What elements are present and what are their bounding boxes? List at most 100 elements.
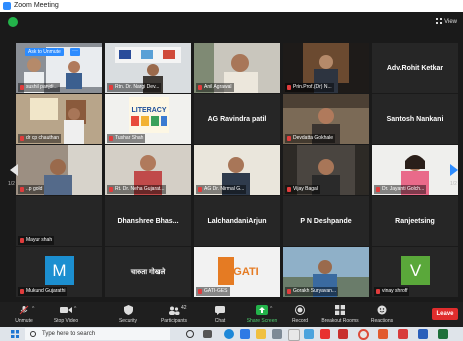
breakout-rooms-button[interactable]: Breakout Rooms: [318, 303, 362, 326]
video-tile[interactable]: Rtn. Dr. Nargi Dev...: [105, 43, 191, 93]
participant-name: Mukund Gujarathi: [26, 288, 66, 294]
chat-button[interactable]: Chat: [198, 303, 242, 326]
video-tile[interactable]: ..p gold: [16, 145, 102, 195]
video-tile[interactable]: M Mukund Gujarathi: [16, 247, 102, 297]
video-tile[interactable]: Ranjeetsing: [372, 196, 458, 246]
participant-name: sushil panjdi...: [26, 84, 58, 90]
video-tile[interactable]: AG Dr. Nirmal G...: [194, 145, 280, 195]
video-tile[interactable]: Gorakh Suryavan...: [283, 247, 369, 297]
participant-display-name: चारुता गोखले: [130, 268, 166, 276]
chevron-up-icon[interactable]: ^: [32, 306, 34, 312]
leave-button[interactable]: Leave: [432, 308, 458, 320]
participant-name: Prin.Prof.(Dr) N...: [293, 84, 332, 90]
unmute-button[interactable]: ^ Unmute: [2, 303, 46, 326]
chrome-icon[interactable]: [358, 329, 369, 340]
active-speaker-tile[interactable]: Rt. Dr. Neha Gujarat...: [105, 145, 191, 195]
video-tile[interactable]: LalchandaniArjun: [194, 196, 280, 246]
app-icon[interactable]: [320, 329, 330, 339]
video-tile[interactable]: Anil Agrawal: [194, 43, 280, 93]
participants-count: 42: [181, 305, 187, 311]
participant-name-label: Anil Agrawal: [196, 83, 234, 92]
app-icon[interactable]: [272, 329, 282, 339]
participant-display-name: LalchandaniArjun: [207, 217, 267, 225]
participant-name: Vijay Bagal: [293, 186, 318, 192]
chevron-left-icon: [10, 164, 18, 176]
muted-mic-icon: [20, 187, 24, 192]
video-tile[interactable]: LITERACY Tushar Shah: [105, 94, 191, 144]
view-button[interactable]: View: [436, 18, 457, 26]
windows-taskbar: Type here to search: [0, 327, 463, 341]
stop-video-label: Stop Video: [53, 318, 79, 324]
avatar: V: [401, 256, 430, 285]
participant-name: Dr. Jayanti Golch...: [382, 186, 425, 192]
app-icon[interactable]: [288, 329, 300, 341]
page-indicator-left: 1/2: [8, 181, 15, 187]
participant-name: Tushar Shah: [115, 135, 144, 141]
chevron-up-icon[interactable]: ^: [74, 306, 76, 312]
zoom-taskbar-icon[interactable]: [240, 329, 250, 339]
record-button[interactable]: Record: [278, 303, 322, 326]
participant-name-label: Rtn. Dr. Nargi Dev...: [107, 83, 162, 92]
video-tile[interactable]: AG Ravindra patil: [194, 94, 280, 144]
app-icon[interactable]: [378, 329, 388, 339]
edge-browser-icon[interactable]: [224, 329, 234, 339]
security-shield-icon[interactable]: [8, 17, 18, 27]
video-tile[interactable]: GATI GATI-GES: [194, 247, 280, 297]
security-label: Security: [118, 318, 138, 324]
video-tile[interactable]: Dr. Jayanti Golch...: [372, 145, 458, 195]
reactions-button[interactable]: Reactions: [360, 303, 404, 326]
chevron-up-icon[interactable]: ^: [270, 306, 272, 312]
participant-name-label: sushil panjdi...: [18, 83, 60, 92]
muted-mic-icon: [20, 136, 24, 141]
muted-mic-icon: [376, 289, 380, 294]
participant-display-name: AG Ravindra patil: [207, 115, 267, 123]
participant-display-name: Dhanshree Bhas...: [117, 217, 179, 225]
windows-start-icon[interactable]: [11, 330, 19, 338]
more-options-icon[interactable]: ···: [70, 48, 80, 56]
video-tile[interactable]: dr cp chauthan: [16, 94, 102, 144]
taskbar-search-placeholder: Type here to search: [42, 331, 96, 337]
breakout-rooms-icon: [334, 305, 346, 315]
video-tile[interactable]: Ask to Unmute ··· sushil panjdi...: [16, 43, 102, 93]
participant-name-label: Prin.Prof.(Dr) N...: [285, 83, 334, 92]
video-tile[interactable]: Santosh Nankani: [372, 94, 458, 144]
participants-label: Participants: [160, 318, 188, 324]
video-tile[interactable]: Mayur shah: [16, 196, 102, 246]
ask-to-unmute-button[interactable]: Ask to Unmute: [25, 48, 64, 56]
video-tile[interactable]: चारुता गोखले: [105, 247, 191, 297]
video-tile[interactable]: Adv.Rohit Ketkar: [372, 43, 458, 93]
participant-name: Anil Agrawal: [204, 84, 232, 90]
muted-mic-icon: [20, 85, 24, 90]
previous-page-button[interactable]: [6, 157, 20, 183]
participant-name-label: Devdatta Gokhale: [285, 134, 336, 143]
chat-bubble-icon: [214, 305, 226, 315]
muted-mic-icon: [287, 85, 291, 90]
video-tile[interactable]: V vinay shroff: [372, 247, 458, 297]
app-icon[interactable]: [418, 329, 428, 339]
participants-button[interactable]: 42 Participants: [152, 303, 196, 326]
zoom-app-icon: [3, 2, 11, 10]
record-icon: [294, 305, 306, 315]
app-icon[interactable]: [338, 329, 348, 339]
app-icon[interactable]: [304, 329, 314, 339]
security-button[interactable]: Security: [106, 303, 150, 326]
cortana-icon[interactable]: [186, 330, 194, 338]
video-tile[interactable]: Vijay Bagal: [283, 145, 369, 195]
next-page-button[interactable]: [447, 157, 461, 183]
participant-name-label: ..p gold: [18, 185, 45, 194]
smiley-icon: [376, 305, 388, 315]
video-tile[interactable]: Dhanshree Bhas...: [105, 196, 191, 246]
stop-video-button[interactable]: ^ Stop Video: [44, 303, 88, 326]
video-tile[interactable]: P N Deshpande: [283, 196, 369, 246]
chat-label: Chat: [214, 318, 226, 324]
task-view-icon[interactable]: [203, 330, 212, 338]
participant-name-label: vinay shroff: [374, 287, 410, 296]
participant-name: Gorakh Suryavan...: [293, 288, 337, 294]
video-tile[interactable]: Devdatta Gokhale: [283, 94, 369, 144]
app-icon[interactable]: [438, 329, 448, 339]
file-explorer-icon[interactable]: [256, 329, 266, 339]
taskbar-search-box[interactable]: Type here to search: [25, 328, 170, 340]
app-icon[interactable]: [398, 329, 408, 339]
video-tile[interactable]: Prin.Prof.(Dr) N...: [283, 43, 369, 93]
participant-name: Rt. Dr. Neha Gujarat...: [115, 186, 165, 192]
